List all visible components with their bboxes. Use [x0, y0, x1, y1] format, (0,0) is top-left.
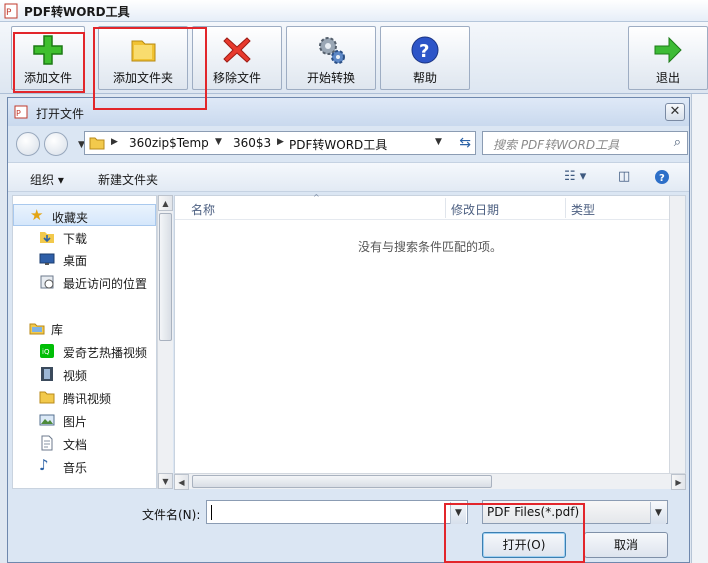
- search-placeholder: 搜索 PDF转WORD工具: [493, 138, 620, 152]
- document-icon: [41, 435, 53, 451]
- file-list-pane: 名称 ^ 修改日期 类型 没有与搜索条件匹配的项。: [174, 193, 686, 489]
- scroll-thumb[interactable]: [159, 213, 172, 341]
- hscroll-thumb[interactable]: [192, 475, 492, 488]
- help-icon: ?: [411, 36, 439, 64]
- search-input[interactable]: 搜索 PDF转WORD工具 ⌕: [482, 131, 688, 155]
- file-type-dropdown-icon[interactable]: ▼: [650, 502, 666, 524]
- highlight-open-button: [444, 503, 585, 563]
- nav-recent-places[interactable]: 最近访问的位置: [13, 271, 156, 293]
- navigation-pane: ★ 收藏夹 下载 桌面 最近访问的位置 库 iQ 爱奇艺热播视频 视频 腾讯视频…: [12, 195, 157, 489]
- dialog-app-icon: P: [14, 105, 28, 119]
- empty-results-message: 没有与搜索条件匹配的项。: [357, 240, 502, 254]
- iqiyi-icon: iQ: [40, 344, 54, 358]
- star-icon: ★: [30, 206, 44, 224]
- command-bar: 组织 ▾ 新建文件夹 ☷ ▾ ◫ ?: [8, 162, 689, 192]
- video-film-icon: [41, 367, 53, 381]
- library-icon: [29, 323, 45, 335]
- exit-arrow-icon: [654, 36, 682, 64]
- nav-pictures[interactable]: 图片: [13, 409, 156, 431]
- scroll-right-icon[interactable]: ▶: [671, 474, 686, 490]
- breadcrumb-temp[interactable]: 360zip$Temp: [129, 136, 209, 150]
- desktop-icon: [39, 253, 55, 265]
- dialog-title: 打开文件: [36, 107, 85, 121]
- nav-pane-scrollbar[interactable]: ▲ ▼: [157, 195, 173, 489]
- scroll-up-icon[interactable]: ▲: [158, 195, 173, 211]
- folder-icon: [39, 391, 55, 404]
- nav-downloads[interactable]: 下载: [13, 226, 156, 248]
- address-dropdown-icon[interactable]: ▼: [435, 137, 442, 147]
- exit-label: 退出: [655, 71, 680, 85]
- download-folder-icon: [40, 232, 54, 243]
- chevron-right-icon[interactable]: ▶: [277, 137, 284, 147]
- address-bar[interactable]: ▶ 360zip$Temp ▼ 360$3 ▶ PDF转WORD工具 ▼ ⇆: [84, 131, 476, 155]
- view-options-icon[interactable]: ☷ ▾: [564, 169, 586, 184]
- forward-button[interactable]: [44, 132, 68, 156]
- chevron-down-icon[interactable]: ▼: [215, 137, 222, 147]
- filename-label: 文件名(N):: [142, 508, 201, 522]
- music-note-icon: ♪: [39, 456, 49, 474]
- sort-ascending-icon: ^: [313, 193, 320, 202]
- svg-text:?: ?: [419, 41, 429, 62]
- exit-button[interactable]: 退出: [628, 26, 708, 90]
- filename-input[interactable]: ▼: [206, 500, 468, 524]
- folder-icon: [89, 137, 105, 150]
- svg-text:?: ?: [659, 173, 665, 184]
- nav-music[interactable]: ♪ 音乐: [13, 455, 156, 477]
- svg-text:iQ: iQ: [42, 348, 50, 356]
- nav-desktop[interactable]: 桌面: [13, 248, 156, 270]
- nav-tencent-videos[interactable]: 腾讯视频: [13, 386, 156, 408]
- organize-menu[interactable]: 组织 ▾: [30, 171, 64, 188]
- recent-places-icon: [40, 275, 54, 289]
- help-label: 帮助: [412, 71, 437, 85]
- column-name[interactable]: 名称: [191, 201, 215, 218]
- gears-icon: [319, 37, 345, 64]
- open-file-dialog: P 打开文件 ✕ ▼ ▶ 360zip$Temp ▼ 360$3 ▶ PDF转W…: [7, 97, 690, 563]
- help-icon[interactable]: ?: [654, 169, 670, 185]
- nav-libraries[interactable]: 库: [13, 317, 156, 339]
- app-icon: P: [4, 3, 18, 19]
- scroll-left-icon[interactable]: ◀: [174, 474, 189, 490]
- help-button[interactable]: ? 帮助: [380, 26, 470, 90]
- picture-icon: [39, 414, 55, 426]
- column-modified[interactable]: 修改日期: [451, 201, 499, 218]
- cancel-button[interactable]: 取消: [584, 532, 668, 558]
- file-list-scrollbar[interactable]: [669, 196, 685, 474]
- chevron-right-icon[interactable]: ▶: [111, 137, 118, 147]
- breadcrumb-360[interactable]: 360$3: [233, 136, 271, 150]
- column-type[interactable]: 类型: [571, 201, 595, 218]
- preview-pane-icon[interactable]: ◫: [618, 169, 630, 184]
- refresh-icon[interactable]: ⇆: [459, 135, 471, 151]
- app-background-edge: [691, 94, 708, 563]
- app-title-bar: P PDF转WORD工具: [0, 0, 708, 22]
- highlight-add-folder: [93, 27, 207, 110]
- delete-x-icon: [223, 37, 251, 63]
- svg-text:P: P: [16, 109, 21, 118]
- column-header-row: 名称 ^ 修改日期 类型: [175, 193, 685, 220]
- app-title: PDF转WORD工具: [24, 5, 130, 19]
- nav-favorites[interactable]: ★ 收藏夹: [13, 204, 156, 226]
- search-icon[interactable]: ⌕: [674, 135, 681, 150]
- nav-iqiyi-videos[interactable]: iQ 爱奇艺热播视频: [13, 340, 156, 362]
- start-convert-button[interactable]: 开始转换: [286, 26, 376, 90]
- new-folder-button[interactable]: 新建文件夹: [98, 171, 158, 188]
- scroll-down-icon[interactable]: ▼: [158, 473, 173, 489]
- nav-videos[interactable]: 视频: [13, 363, 156, 385]
- highlight-add-file: [13, 32, 85, 93]
- nav-documents[interactable]: 文档: [13, 432, 156, 454]
- file-list-hscrollbar[interactable]: ◀ ▶: [174, 473, 686, 490]
- svg-text:P: P: [6, 8, 12, 18]
- dialog-close-button[interactable]: ✕: [665, 103, 685, 121]
- back-button[interactable]: [16, 132, 40, 156]
- breadcrumb-current-folder[interactable]: PDF转WORD工具: [289, 136, 387, 153]
- start-convert-label: 开始转换: [306, 71, 355, 85]
